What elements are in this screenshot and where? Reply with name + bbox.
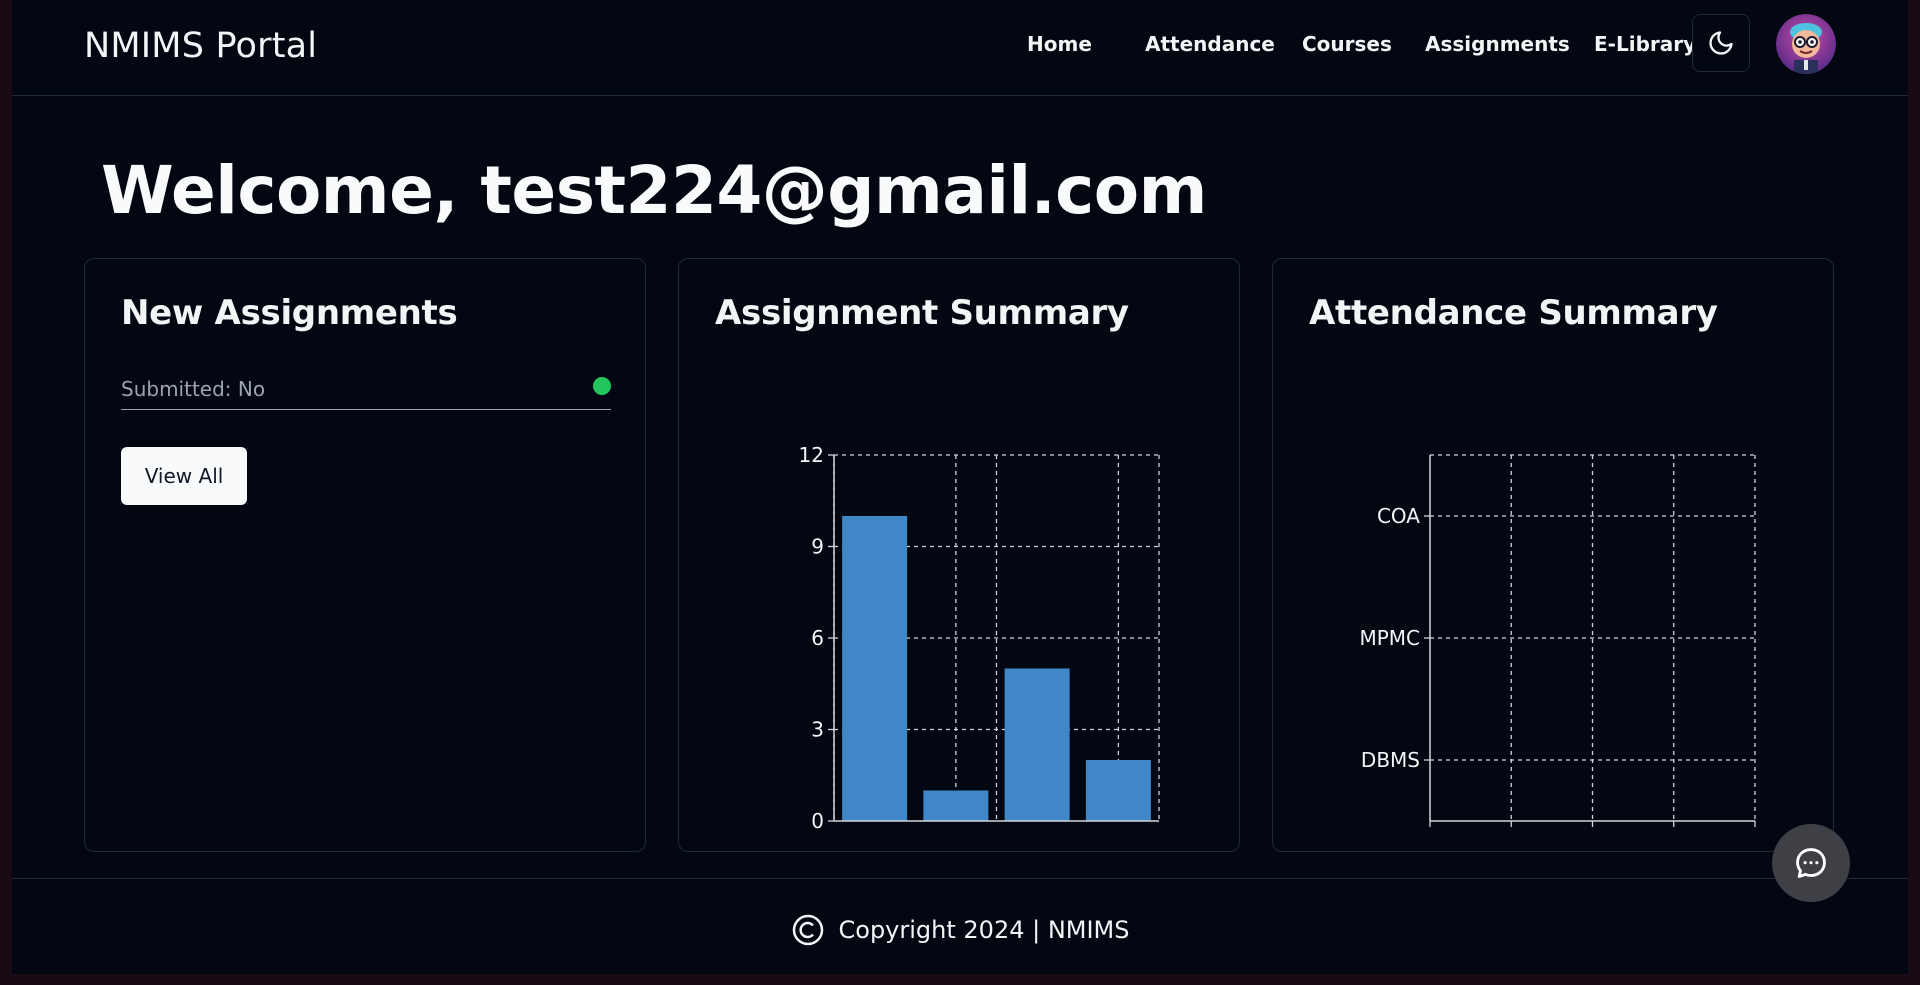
top-navbar: NMIMS Portal Home Attendance Courses Ass… bbox=[12, 0, 1908, 96]
y-tick-label: MPMC bbox=[1359, 626, 1420, 650]
assignment-list-item[interactable]: Submitted: No bbox=[121, 369, 611, 410]
y-tick-label: 6 bbox=[811, 626, 824, 650]
brand-title[interactable]: NMIMS Portal bbox=[84, 26, 317, 66]
x-tick-label: Submitted Late bbox=[879, 830, 1033, 831]
y-tick-label: 12 bbox=[799, 443, 824, 467]
assignment-summary-title: Assignment Summary bbox=[715, 293, 1129, 333]
y-tick-label: 3 bbox=[811, 718, 824, 742]
nav-courses[interactable]: Courses bbox=[1302, 32, 1392, 56]
welcome-heading: Welcome, test224@gmail.com bbox=[101, 152, 1207, 229]
x-tick-label: Past Due bbox=[1074, 830, 1162, 831]
copyright-text: Copyright 2024 | NMIMS bbox=[838, 916, 1130, 944]
assignment-summary-card: Assignment Summary 0 3 6 9 12 Submitted Late P… bbox=[678, 258, 1240, 852]
attendance-summary-chart: 01234COAMPMCDBMS bbox=[1359, 454, 1756, 827]
y-tick-label: DBMS bbox=[1361, 748, 1420, 772]
copyright-icon bbox=[792, 914, 823, 946]
chat-button[interactable] bbox=[1772, 824, 1850, 902]
chat-bubble-icon bbox=[1796, 848, 1826, 878]
bar bbox=[1004, 668, 1070, 821]
nav-assignments[interactable]: Assignments bbox=[1425, 32, 1570, 56]
nav-attendance[interactable]: Attendance bbox=[1145, 32, 1275, 56]
attendance-summary-title: Attendance Summary bbox=[1309, 293, 1718, 333]
status-dot-icon bbox=[593, 377, 611, 395]
nav-elibrary[interactable]: E-Library bbox=[1594, 32, 1696, 56]
y-tick-label: 0 bbox=[811, 809, 824, 831]
footer: Copyright 2024 | NMIMS bbox=[12, 878, 1908, 975]
bar bbox=[1085, 760, 1151, 821]
assignment-status-label: Submitted: No bbox=[121, 377, 266, 401]
theme-toggle-button[interactable] bbox=[1692, 14, 1750, 72]
assignment-summary-chart: 0 3 6 9 12 Submitted Late Past Due bbox=[799, 443, 1163, 831]
user-avatar[interactable] bbox=[1776, 14, 1836, 74]
view-all-button[interactable]: View All bbox=[121, 447, 247, 505]
footer-copyright: Copyright 2024 | NMIMS bbox=[12, 913, 1908, 947]
page: NMIMS Portal Home Attendance Courses Ass… bbox=[12, 0, 1908, 974]
new-assignments-title: New Assignments bbox=[121, 293, 458, 333]
y-tick-label: 9 bbox=[811, 535, 824, 559]
bar bbox=[842, 516, 908, 821]
y-tick-label: COA bbox=[1377, 504, 1420, 528]
nav-home[interactable]: Home bbox=[1027, 32, 1092, 56]
bar bbox=[923, 790, 989, 821]
attendance-summary-card: Attendance Summary 01234COAMPMCDBMS bbox=[1272, 258, 1834, 852]
moon-icon bbox=[1709, 31, 1733, 55]
new-assignments-card: New Assignments Submitted: No View All bbox=[84, 258, 646, 852]
